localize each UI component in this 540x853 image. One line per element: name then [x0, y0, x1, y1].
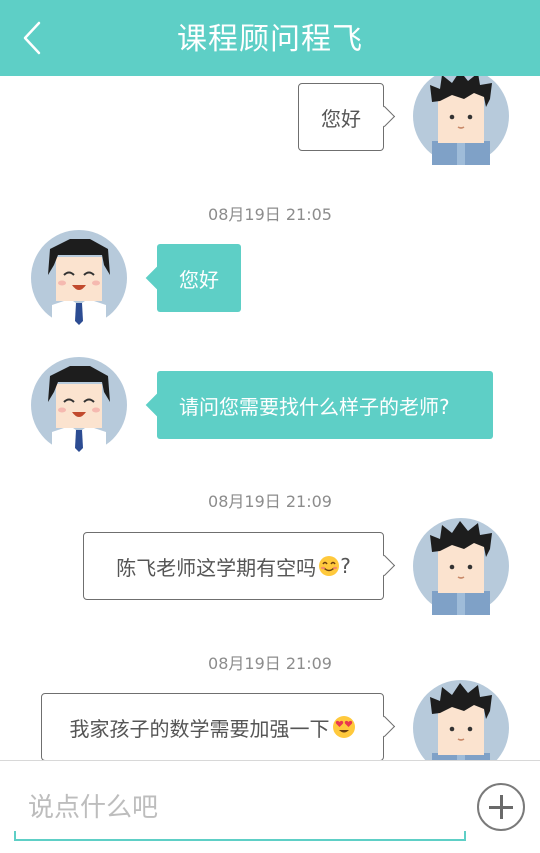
message-text: 请问您需要找什么样子的老师?	[179, 394, 450, 419]
page-title: 课程顾问程飞	[177, 22, 363, 57]
message-text: 陈飞老师这学期有空吗	[116, 555, 317, 580]
incoming-message-bubble[interactable]: 您好	[157, 244, 241, 312]
user-avatar[interactable]	[412, 679, 510, 760]
user-avatar[interactable]	[412, 76, 510, 165]
message-list[interactable]: 您好 08月19日 21:05 您好 请问您需要找什么样子的老师? 08月19日…	[0, 76, 540, 760]
advisor-avatar[interactable]	[30, 356, 128, 454]
advisor-avatar[interactable]	[30, 229, 128, 327]
message-input[interactable]	[26, 785, 450, 831]
outgoing-message-bubble[interactable]: 您好	[298, 83, 384, 151]
incoming-message-bubble[interactable]: 请问您需要找什么样子的老师?	[157, 371, 493, 439]
user-avatar[interactable]	[412, 517, 510, 615]
message-timestamp: 08月19日 21:05	[208, 205, 332, 224]
message-input-wrapper	[14, 781, 466, 841]
message-timestamp: 08月19日 21:09	[208, 654, 332, 673]
message-text: 您好	[179, 267, 219, 292]
outgoing-message-bubble[interactable]: 我家孩子的数学需要加强一下	[41, 693, 384, 760]
outgoing-message-bubble[interactable]: 陈飞老师这学期有空吗 ?	[83, 532, 384, 600]
chat-header: 课程顾问程飞	[0, 0, 540, 76]
smiling-face-emoji	[319, 556, 340, 576]
message-text: 我家孩子的数学需要加强一下	[69, 716, 330, 741]
message-text: 您好	[321, 106, 361, 131]
heart-eyes-emoji	[332, 716, 355, 738]
message-text-suffix: ?	[340, 554, 351, 578]
message-composer	[0, 760, 540, 853]
plus-icon[interactable]	[477, 783, 525, 831]
message-timestamp: 08月19日 21:09	[208, 492, 332, 511]
